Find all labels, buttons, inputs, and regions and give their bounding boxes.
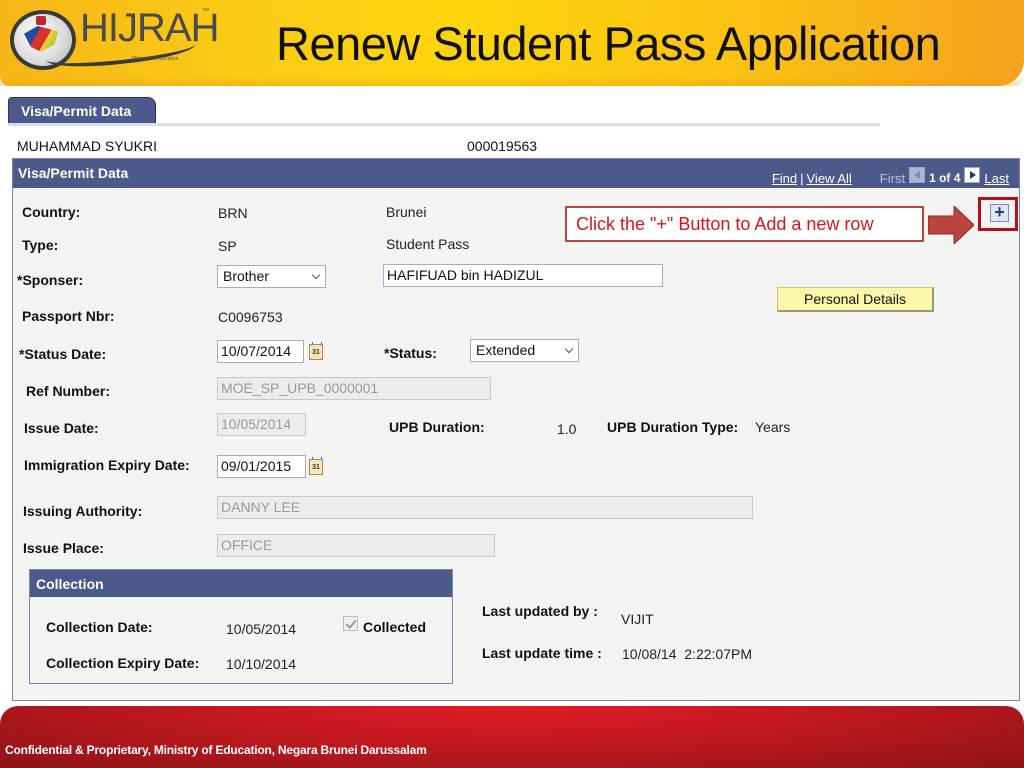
upb-duration-type-value: Years [755, 419, 791, 435]
status-label: *Status: [384, 345, 437, 361]
footer-confidentiality-text: Confidential & Proprietary, Ministry of … [5, 743, 427, 757]
person-id: 000019563 [467, 138, 538, 154]
logo-text: HIJRAH [80, 6, 219, 50]
status-selected-value: Extended [476, 342, 536, 358]
tab-visa-permit-data[interactable]: Visa/Permit Data [8, 97, 156, 124]
page-title: Renew Student Pass Application [276, 17, 941, 70]
status-date-input[interactable]: 10/07/2014 [217, 340, 304, 363]
immigration-expiry-label: Immigration Expiry Date: [24, 457, 190, 473]
collection-header: Collection [30, 570, 452, 597]
status-select[interactable]: Extended [470, 339, 579, 362]
footer-banner: Confidential & Proprietary, Ministry of … [0, 706, 1024, 768]
person-name: MUHAMMAD SYUKRI [17, 138, 158, 154]
issue-date-field: 10/05/2014 [217, 413, 306, 436]
collection-title: Collection [36, 576, 104, 592]
calendar-icon[interactable]: 31 [309, 342, 323, 360]
panel-header: Visa/Permit Data Find | View All First 1… [13, 159, 1019, 188]
add-row-button[interactable]: + [990, 203, 1009, 222]
issue-place-label: Issue Place: [23, 540, 104, 556]
upb-duration-label: UPB Duration: [389, 419, 485, 435]
crest-icon [36, 16, 46, 25]
tab-divider [8, 123, 880, 126]
issue-place-field: OFFICE [217, 534, 495, 557]
collection-expiry-label: Collection Expiry Date: [46, 655, 200, 671]
find-link[interactable]: Find [772, 171, 797, 186]
first-link-disabled: First [879, 170, 906, 186]
country-code: BRN [218, 205, 248, 221]
row-navigation: Find | View All First 1 of 4 Last [772, 167, 1009, 186]
panel-title: Visa/Permit Data [18, 165, 129, 181]
country-label: Country: [22, 204, 81, 220]
calendar-icon[interactable]: 31 [309, 457, 323, 475]
collected-checkbox[interactable] [343, 616, 358, 631]
issuing-authority-label: Issuing Authority: [23, 503, 143, 519]
type-name: Student Pass [386, 236, 470, 252]
next-arrow-icon[interactable] [964, 167, 981, 183]
type-label: Type: [22, 237, 59, 253]
issuing-authority-field: DANNY LEE [217, 496, 753, 519]
last-updated-by-label: Last updated by : [482, 603, 598, 619]
chevron-down-icon [311, 270, 321, 280]
hijrah-logo: HIJRAH ™ Ministry of Education [6, 4, 219, 76]
logo-tagline: Ministry of Education [132, 56, 179, 62]
instruction-callout: Click the "+" Button to Add a new row [565, 206, 924, 242]
last-update-time-value: 10/08/14 2:22:07PM [622, 646, 752, 662]
last-update-time-label: Last update time : [482, 645, 602, 661]
view-all-link[interactable]: View All [807, 171, 852, 186]
previous-arrow-icon [909, 167, 926, 183]
ref-number-label: Ref Number: [26, 383, 111, 399]
type-code: SP [218, 238, 237, 254]
last-link[interactable]: Last [984, 171, 1009, 186]
passport-label: Passport Nbr: [22, 308, 115, 324]
logo-trademark: ™ [202, 8, 209, 15]
sponser-selected-value: Brother [223, 268, 269, 284]
collected-label: Collected [363, 619, 427, 635]
upb-duration-type-label: UPB Duration Type: [607, 419, 739, 435]
status-date-label: *Status Date: [19, 346, 107, 362]
callout-arrow-icon [928, 206, 974, 244]
last-updated-by-value: VIJIT [621, 611, 654, 627]
passport-value: C0096753 [218, 309, 283, 325]
personal-details-button[interactable]: Personal Details [777, 287, 934, 312]
upb-duration-value: 1.0 [557, 421, 577, 437]
header-banner: HIJRAH ™ Ministry of Education Renew Stu… [0, 0, 1024, 86]
chevron-down-icon [564, 344, 574, 354]
collection-date-value: 10/05/2014 [226, 621, 297, 637]
country-name: Brunei [386, 204, 427, 220]
immigration-expiry-input[interactable]: 09/01/2015 [217, 455, 306, 478]
row-count: 1 of 4 [929, 171, 961, 185]
issue-date-label: Issue Date: [24, 420, 99, 436]
sponser-label: *Sponser: [17, 272, 84, 288]
ref-number-field: MOE_SP_UPB_0000001 [217, 377, 491, 400]
sponser-name-input[interactable]: HAFIFUAD bin HADIZUL [383, 264, 663, 287]
sponser-select[interactable]: Brother [217, 265, 326, 288]
nav-separator: | [800, 170, 804, 186]
collection-date-label: Collection Date: [46, 619, 153, 635]
collection-expiry-value: 10/10/2014 [226, 656, 297, 672]
